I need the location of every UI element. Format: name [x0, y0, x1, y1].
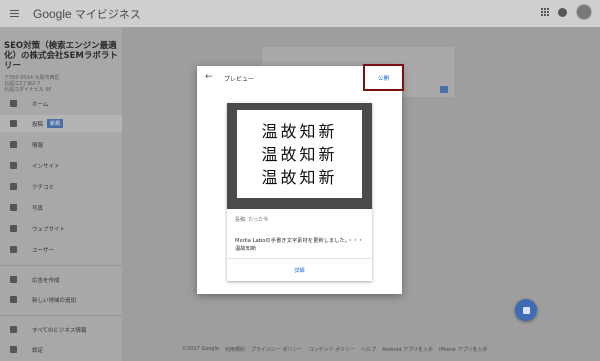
back-arrow-icon[interactable]: ← — [205, 72, 213, 82]
business-name: SEO対策（検索エンジン最適化）の株式会社SEMラボラトリー — [4, 41, 118, 71]
handwritten-paper: 温故知新 温故知新 温故知新 — [237, 110, 362, 198]
camera-icon — [440, 86, 448, 93]
post-icon — [522, 306, 530, 314]
post-timestamp: 投稿: たった今 — [235, 217, 269, 223]
address-line: 北堀江ダイナビル 6F — [4, 87, 52, 93]
website-icon — [10, 225, 17, 232]
sidebar-item-settings[interactable]: 設定 — [0, 341, 122, 358]
posts-icon — [10, 120, 17, 127]
sidebar-item-label: ユーザー — [32, 247, 54, 254]
sidebar-item-add-location[interactable]: 新しい地域の追加 — [0, 291, 122, 308]
sidebar-item-label: 広告を作成 — [32, 277, 60, 284]
sidebar-item-label: 投稿 — [32, 121, 44, 128]
footer-link-help[interactable]: ヘルプ — [361, 346, 376, 353]
menu-icon[interactable] — [10, 10, 19, 17]
new-badge: 新規 — [47, 119, 64, 128]
sidebar-item-info[interactable]: 情報 — [0, 136, 122, 153]
sidebar-item-label: すべてのビジネス情報 — [32, 327, 87, 334]
notifications-icon[interactable] — [558, 7, 567, 17]
brand-product: マイビジネス — [74, 7, 141, 21]
sidebar-item-users[interactable]: ユーザー — [0, 241, 122, 258]
all-businesses-icon — [10, 326, 17, 333]
dialog-title: プレビュー — [224, 76, 255, 83]
sidebar-item-insights[interactable]: インサイト — [0, 157, 122, 174]
post-image: 温故知新 温故知新 温故知新 — [227, 103, 372, 209]
brand-logo[interactable]: Google マイビジネス — [33, 6, 141, 22]
sidebar-item-label: インサイト — [32, 163, 60, 170]
sidebar-item-website[interactable]: ウェブサイト — [0, 220, 122, 237]
sidebar-item-label: クチコミ — [32, 184, 55, 191]
footer: ©2017 Google 利用規約 プライバシー ポリシー コンテンツ ポリシー… — [182, 346, 487, 353]
ads-icon — [10, 276, 17, 283]
sidebar-item-posts[interactable]: 投稿 新規 — [0, 115, 122, 132]
photos-icon — [10, 204, 17, 211]
handwritten-line: 温故知新 — [261, 144, 338, 164]
sidebar-item-home[interactable]: ホーム — [0, 95, 122, 112]
sidebar-item-reviews[interactable]: クチコミ — [0, 178, 122, 195]
handwritten-line: 温故知新 — [261, 121, 338, 141]
divider — [227, 258, 372, 259]
divider — [0, 315, 122, 316]
publish-highlight: 公開 — [363, 64, 404, 91]
sidebar-item-create-ad[interactable]: 広告を作成 — [0, 271, 122, 288]
sidebar: SEO対策（検索エンジン最適化）の株式会社SEMラボラトリー 〒550-0014… — [0, 27, 122, 361]
footer-copyright: ©2017 Google — [182, 346, 219, 352]
top-right-controls — [541, 4, 592, 20]
info-icon — [10, 141, 17, 148]
star-icon — [10, 183, 17, 190]
footer-link-android[interactable]: Android アプリを入手 — [382, 346, 433, 353]
post-preview-card: 温故知新 温故知新 温故知新 投稿: たった今 Media Laboの手書き文字… — [227, 103, 372, 281]
top-bar: Google マイビジネス — [0, 0, 600, 27]
location-icon — [10, 296, 17, 303]
sidebar-item-label: 新しい地域の追加 — [32, 297, 77, 304]
footer-link-iphone[interactable]: iPhone アプリを入手 — [439, 346, 487, 353]
sidebar-item-all-businesses[interactable]: すべてのビジネス情報 — [0, 321, 122, 338]
details-link[interactable]: 詳細 — [227, 267, 372, 274]
post-body: Media Laboの手書き文字素材を更新しました。・・・温故知新 — [235, 238, 364, 252]
business-address: 〒550-0014 大阪市西区 北堀江2丁目2-7 北堀江ダイナビル 6F — [4, 75, 120, 93]
avatar[interactable] — [576, 4, 592, 20]
handwritten-line: 温故知新 — [261, 167, 338, 187]
users-icon — [10, 246, 17, 253]
settings-icon — [10, 346, 17, 353]
sidebar-item-photos[interactable]: 写真 — [0, 199, 122, 216]
sidebar-item-label: 写真 — [32, 205, 44, 212]
sidebar-item-label: ウェブサイト — [32, 226, 66, 233]
publish-button[interactable]: 公開 — [378, 74, 389, 82]
footer-link-privacy[interactable]: プライバシー ポリシー — [251, 346, 303, 353]
brand-google: Google — [33, 6, 72, 21]
divider — [0, 265, 122, 266]
create-post-fab[interactable] — [515, 299, 537, 321]
insights-icon — [10, 162, 17, 169]
footer-link-content-policy[interactable]: コンテンツ ポリシー — [308, 346, 355, 353]
sidebar-item-label: ホーム — [32, 101, 49, 108]
preview-dialog: ← プレビュー 公開 温故知新 温故知新 温故知新 投稿: たった今 Media… — [197, 64, 404, 294]
home-icon — [10, 100, 17, 107]
sidebar-item-label: 情報 — [32, 142, 44, 149]
apps-grid-icon[interactable] — [541, 8, 549, 16]
footer-link-terms[interactable]: 利用規約 — [225, 346, 245, 353]
sidebar-item-label: 設定 — [32, 347, 44, 354]
